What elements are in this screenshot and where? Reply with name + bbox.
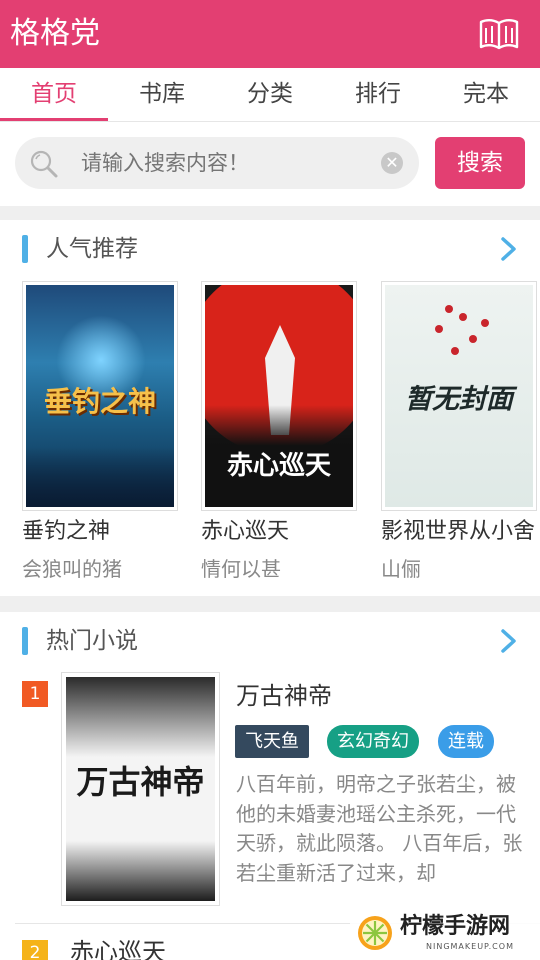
lemon-logo-icon	[358, 916, 392, 950]
hot-section-header: 热门小说	[0, 612, 540, 670]
tab-library[interactable]: 书库	[108, 68, 216, 122]
watermark-text: 柠檬手游网	[400, 914, 511, 939]
section-marker	[22, 235, 28, 263]
tab-finished[interactable]: 完本	[432, 68, 540, 122]
book-cover[interactable]: 垂钓之神	[22, 281, 178, 511]
status-tag: 连载	[438, 725, 494, 758]
search-bar: ✕ 搜索	[0, 122, 540, 206]
nav-tabs: 首页 书库 分类 排行 完本	[0, 68, 540, 122]
tab-ranking[interactable]: 排行	[324, 68, 432, 122]
search-box: ✕	[15, 137, 419, 189]
book-name[interactable]: 影视世界从小舍	[381, 517, 540, 547]
open-book-icon[interactable]	[478, 16, 520, 52]
book-author: 情何以甚	[201, 557, 281, 581]
book-author: 会狼叫的猪	[22, 557, 122, 581]
book-cover[interactable]: 暂无封面	[381, 281, 537, 511]
search-input[interactable]	[81, 137, 371, 189]
section-marker	[22, 627, 28, 655]
section-title: 热门小说	[46, 628, 138, 654]
tab-home[interactable]: 首页	[0, 68, 108, 122]
popular-section-header: 人气推荐	[0, 220, 540, 278]
book-card[interactable]: 暂无封面 影视世界从小舍 山俪	[381, 281, 540, 583]
book-author: 山俪	[381, 557, 421, 581]
cover-title: 暂无封面	[405, 384, 513, 415]
section-title: 人气推荐	[46, 236, 138, 262]
tab-category[interactable]: 分类	[216, 68, 324, 122]
book-card[interactable]: 赤心巡天 赤心巡天 情何以甚	[201, 281, 361, 583]
book-cover[interactable]: 万古神帝	[61, 672, 220, 906]
search-button[interactable]: 搜索	[435, 137, 525, 189]
book-description: 八百年前，明帝之子张若尘，被他的未婚妻池瑶公主杀死，一代天骄，就此陨落。 八百年…	[236, 772, 523, 885]
book-title[interactable]: 赤心巡天	[70, 934, 166, 960]
book-name[interactable]: 垂钓之神	[22, 517, 182, 547]
app-title: 格格党	[10, 16, 100, 51]
book-name[interactable]: 赤心巡天	[201, 517, 361, 547]
cover-title: 垂钓之神	[43, 385, 156, 418]
site-watermark: 柠檬手游网 NINGMAKEUP.COM	[350, 908, 540, 960]
active-tab-indicator	[0, 118, 108, 121]
section-divider	[0, 206, 540, 220]
book-cover[interactable]: 赤心巡天	[201, 281, 357, 511]
rank-badge: 2	[22, 940, 48, 960]
cover-title: 万古神帝	[76, 763, 205, 801]
search-icon	[30, 150, 58, 178]
chevron-right-icon[interactable]	[498, 236, 520, 262]
app-header: 格格党	[0, 0, 540, 68]
section-divider	[0, 596, 540, 612]
cover-title: 赤心巡天	[226, 451, 331, 481]
watermark-subtext: NINGMAKEUP.COM	[426, 942, 514, 951]
rank-badge: 1	[22, 681, 48, 707]
author-tag[interactable]: 飞天鱼	[235, 725, 309, 758]
book-card[interactable]: 垂钓之神 垂钓之神 会狼叫的猪	[22, 281, 182, 583]
chevron-right-icon[interactable]	[498, 628, 520, 654]
genre-tag[interactable]: 玄幻奇幻	[327, 725, 419, 758]
book-title[interactable]: 万古神帝	[236, 678, 332, 714]
clear-icon[interactable]: ✕	[381, 152, 403, 174]
